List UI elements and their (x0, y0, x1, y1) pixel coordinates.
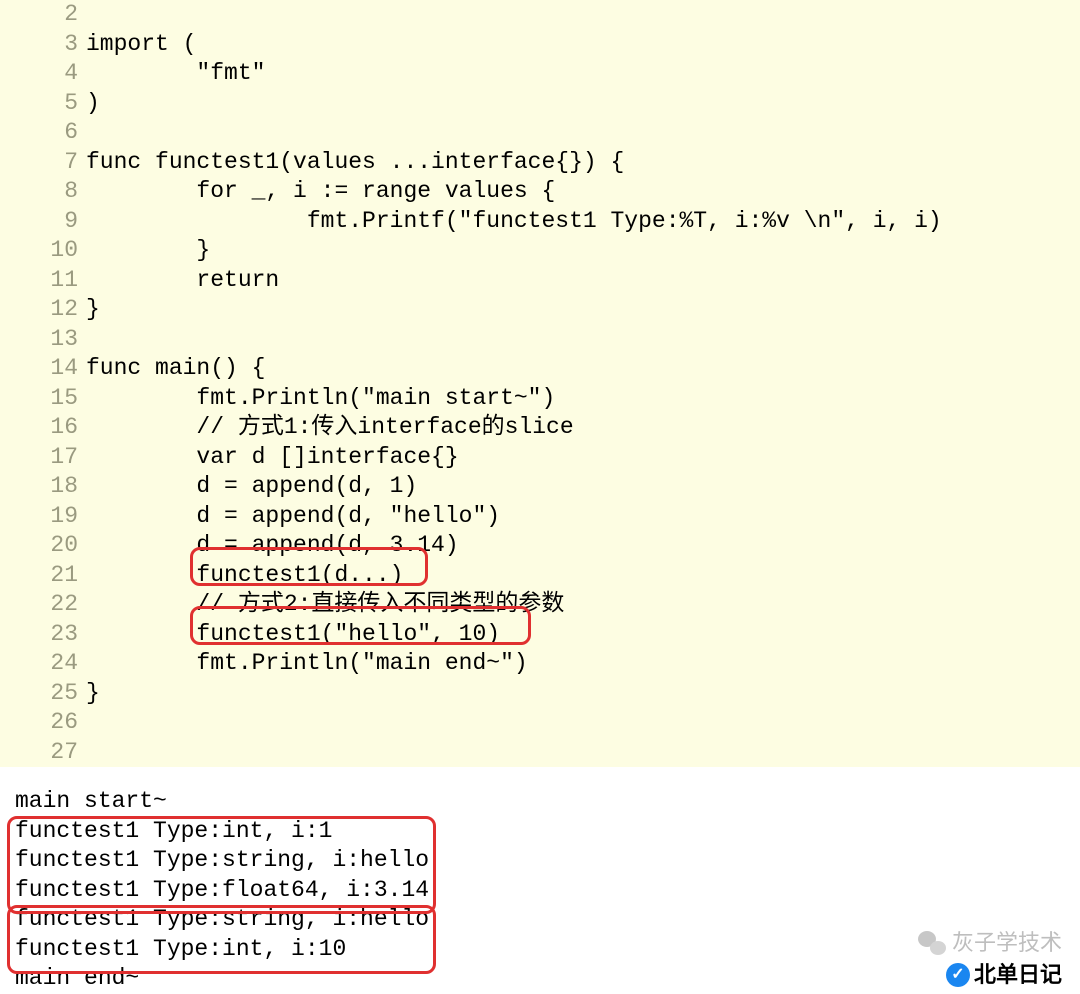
code-line: 3import ( (0, 30, 1080, 60)
line-number: 7 (0, 148, 86, 178)
code-line: 11 return (0, 266, 1080, 296)
code-text: ) (86, 89, 1080, 119)
line-number: 10 (0, 236, 86, 266)
code-text: // 方式2:直接传入不同类型的参数 (86, 590, 1080, 620)
code-line: 21 functest1(d...) (0, 561, 1080, 591)
code-text: var d []interface{} (86, 443, 1080, 473)
code-text: return (86, 266, 1080, 296)
code-text: import ( (86, 30, 1080, 60)
line-number: 17 (0, 443, 86, 473)
code-line: 19 d = append(d, "hello") (0, 502, 1080, 532)
code-line: 27 (0, 738, 1080, 768)
code-text: for _, i := range values { (86, 177, 1080, 207)
line-number: 11 (0, 266, 86, 296)
output-pane: main start~functest1 Type:int, i:1 funct… (0, 767, 1080, 994)
line-number: 27 (0, 738, 86, 768)
output-line: functest1 Type:int, i:1 (15, 817, 1080, 847)
code-text: functest1(d...) (86, 561, 1080, 591)
line-number: 22 (0, 590, 86, 620)
code-line: 24 fmt.Println("main end~") (0, 649, 1080, 679)
code-text: d = append(d, "hello") (86, 502, 1080, 532)
line-number: 3 (0, 30, 86, 60)
line-number: 5 (0, 89, 86, 119)
line-number: 16 (0, 413, 86, 443)
line-number: 9 (0, 207, 86, 237)
check-icon: ✓ (946, 963, 970, 987)
code-line: 7func functest1(values ...interface{}) { (0, 148, 1080, 178)
line-number: 19 (0, 502, 86, 532)
code-line: 5) (0, 89, 1080, 119)
code-line: 16 // 方式1:传入interface的slice (0, 413, 1080, 443)
code-text: functest1("hello", 10) (86, 620, 1080, 650)
code-text (86, 0, 1080, 30)
line-number: 20 (0, 531, 86, 561)
code-line: 13 (0, 325, 1080, 355)
line-number: 21 (0, 561, 86, 591)
code-text: d = append(d, 3.14) (86, 531, 1080, 561)
watermark: 灰子学技术 (918, 928, 1062, 958)
source-badge: ✓ 北单日记 (946, 960, 1062, 990)
line-number: 18 (0, 472, 86, 502)
code-line: 14func main() { (0, 354, 1080, 384)
line-number: 25 (0, 679, 86, 709)
code-line: 22 // 方式2:直接传入不同类型的参数 (0, 590, 1080, 620)
code-text: func functest1(values ...interface{}) { (86, 148, 1080, 178)
code-text (86, 118, 1080, 148)
code-line: 4 "fmt" (0, 59, 1080, 89)
code-line: 26 (0, 708, 1080, 738)
code-text: fmt.Println("main start~") (86, 384, 1080, 414)
line-number: 26 (0, 708, 86, 738)
watermark-text: 灰子学技术 (952, 928, 1062, 958)
code-line: 2 (0, 0, 1080, 30)
code-line: 9 fmt.Printf("functest1 Type:%T, i:%v \n… (0, 207, 1080, 237)
code-text: fmt.Println("main end~") (86, 649, 1080, 679)
code-line: 8 for _, i := range values { (0, 177, 1080, 207)
line-number: 6 (0, 118, 86, 148)
code-line: 17 var d []interface{} (0, 443, 1080, 473)
code-pane: 23import (4 "fmt"5)67func functest1(valu… (0, 0, 1080, 767)
line-number: 13 (0, 325, 86, 355)
code-line: 12} (0, 295, 1080, 325)
code-text (86, 325, 1080, 355)
code-line: 18 d = append(d, 1) (0, 472, 1080, 502)
code-line: 15 fmt.Println("main start~") (0, 384, 1080, 414)
code-listing: 23import (4 "fmt"5)67func functest1(valu… (0, 0, 1080, 767)
code-text (86, 708, 1080, 738)
code-text: } (86, 236, 1080, 266)
line-number: 23 (0, 620, 86, 650)
output-line: functest1 Type:string, i:hello (15, 846, 1080, 876)
code-text: func main() { (86, 354, 1080, 384)
line-number: 2 (0, 0, 86, 30)
line-number: 24 (0, 649, 86, 679)
code-text: d = append(d, 1) (86, 472, 1080, 502)
output-line: functest1 Type:float64, i:3.14 (15, 876, 1080, 906)
line-number: 8 (0, 177, 86, 207)
badge-text: 北单日记 (974, 960, 1062, 990)
code-text: fmt.Printf("functest1 Type:%T, i:%v \n",… (86, 207, 1080, 237)
code-line: 10 } (0, 236, 1080, 266)
code-text: } (86, 295, 1080, 325)
code-line: 25} (0, 679, 1080, 709)
line-number: 14 (0, 354, 86, 384)
code-text: // 方式1:传入interface的slice (86, 413, 1080, 443)
code-line: 6 (0, 118, 1080, 148)
output-line: main start~ (15, 787, 1080, 817)
line-number: 15 (0, 384, 86, 414)
code-line: 23 functest1("hello", 10) (0, 620, 1080, 650)
code-text: "fmt" (86, 59, 1080, 89)
code-text: } (86, 679, 1080, 709)
code-text (86, 738, 1080, 768)
line-number: 4 (0, 59, 86, 89)
wechat-icon (918, 931, 946, 955)
line-number: 12 (0, 295, 86, 325)
code-line: 20 d = append(d, 3.14) (0, 531, 1080, 561)
output-line: main end~ (15, 964, 1080, 994)
